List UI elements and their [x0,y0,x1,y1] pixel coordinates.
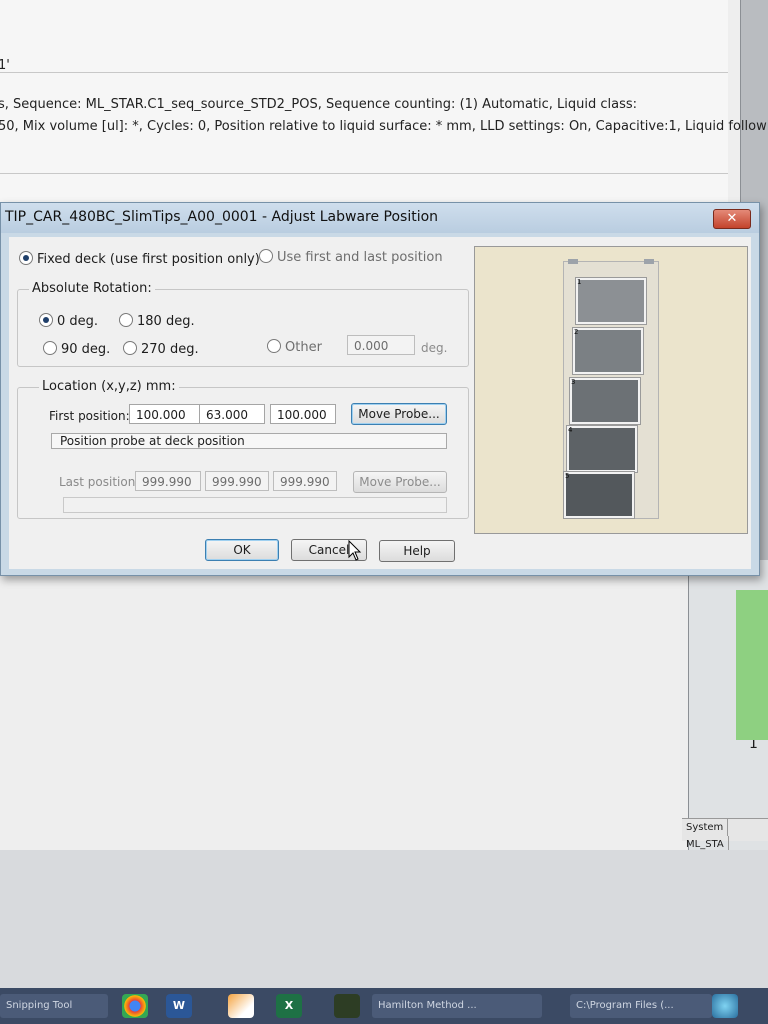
last-z-input[interactable]: 999.990 [273,471,337,491]
dialog-title: TIP_CAR_480BC_SlimTips_A00_0001 - Adjust… [5,209,439,225]
word-icon[interactable]: W [166,994,192,1018]
taskbar: Snipping Tool W X Hamilton Method ... C:… [0,988,768,1024]
tip-rack-3 [570,378,640,424]
first-last-label: Use first and last position [277,250,443,265]
excel-icon[interactable]: X [276,994,302,1018]
rotation-90-radio[interactable]: 90 deg. [43,341,110,357]
taskbar-snipping-tool[interactable]: Snipping Tool [0,994,108,1018]
deck-view-tabs: SystemML_STA [682,818,768,853]
bg-row-step-details[interactable]: s, Sequence: ML_STAR.C1_seq_source_STD2_… [0,73,768,174]
background-lower-area [0,850,768,990]
radio-empty-icon [119,313,133,327]
bg-row [0,0,728,25]
bg-row[interactable]: 1' [0,24,728,73]
first-move-probe-button[interactable]: Move Probe... [351,403,447,425]
taskbar-hamilton-method[interactable]: Hamilton Method ... [372,994,542,1018]
chrome-icon[interactable] [122,994,148,1018]
tab-system[interactable]: System [682,819,729,836]
rack-label-3: 3 [571,378,576,386]
last-x-input[interactable]: 999.990 [135,471,201,491]
last-position-label: Last position: [59,475,140,489]
app-icon[interactable] [228,994,254,1018]
rotation-270-radio[interactable]: 270 deg. [123,341,199,357]
ok-button[interactable]: OK [205,539,279,561]
carrier-tab [644,259,654,264]
first-position-label: First position: [49,409,130,423]
first-position-status: Position probe at deck position [51,433,447,449]
last-move-probe-button[interactable]: Move Probe... [353,471,447,493]
network-icon[interactable] [712,994,738,1018]
dialog-titlebar[interactable]: TIP_CAR_480BC_SlimTips_A00_0001 - Adjust… [1,203,759,233]
first-y-input[interactable]: 63.000 [199,404,265,424]
bg-step-line-1: s, Sequence: ML_STAR.C1_seq_source_STD2_… [0,97,638,112]
tip-rack-4 [567,426,637,472]
location-group-label: Location (x,y,z) mm: [39,379,179,394]
bg-step-line-2: 50, Mix volume [ul]: *, Cycles: 0, Posit… [0,119,768,134]
radio-empty-icon [123,341,137,355]
rotation-0-label: 0 deg. [57,314,99,329]
rotation-group-label: Absolute Rotation: [29,281,155,296]
help-button[interactable]: Help [379,540,455,562]
rotation-unit: deg. [421,341,448,355]
first-z-input[interactable]: 100.000 [270,404,336,424]
rotation-other-radio[interactable]: Other [267,339,322,355]
tip-rack-2 [573,328,643,374]
radio-empty-icon [259,249,273,263]
rotation-180-label: 180 deg. [137,314,195,329]
radio-empty-icon [43,341,57,355]
fixed-deck-label: Fixed deck (use first position only) [37,252,260,267]
fixed-deck-radio[interactable]: Fixed deck (use first position only) [19,251,260,267]
rotation-other-label: Other [285,340,322,355]
app-icon[interactable] [334,994,360,1018]
deck-carrier-highlight [736,590,768,740]
first-last-position-radio[interactable]: Use first and last position [259,249,443,265]
rack-label-2: 2 [574,328,579,336]
last-y-input[interactable]: 999.990 [205,471,269,491]
rotation-270-label: 270 deg. [141,342,199,357]
bg-row-text: 1' [0,58,10,73]
rotation-180-radio[interactable]: 180 deg. [119,313,195,329]
tip-carrier-graphic: 1 2 3 4 5 [563,259,659,519]
close-button[interactable]: ✕ [713,209,751,229]
rack-label-1: 1 [577,278,582,286]
tip-rack-1 [576,278,646,324]
labware-preview: 1 2 3 4 5 [474,246,748,534]
rack-label-5: 5 [565,472,570,480]
rotation-other-input[interactable]: 0.000 [347,335,415,355]
carrier-tab [568,259,578,264]
rotation-90-label: 90 deg. [61,342,111,357]
close-icon: ✕ [726,211,738,226]
rotation-0-radio[interactable]: 0 deg. [39,313,98,329]
bg-row [0,174,728,203]
taskbar-program-files[interactable]: C:\Program Files (... [570,994,712,1018]
first-x-input[interactable]: 100.000 [129,404,201,424]
mouse-cursor-icon [348,540,362,561]
radio-selected-icon [19,251,33,265]
rack-label-4: 4 [568,426,573,434]
tip-rack-5 [564,472,634,518]
last-position-status [63,497,447,513]
radio-selected-icon [39,313,53,327]
radio-empty-icon [267,339,281,353]
